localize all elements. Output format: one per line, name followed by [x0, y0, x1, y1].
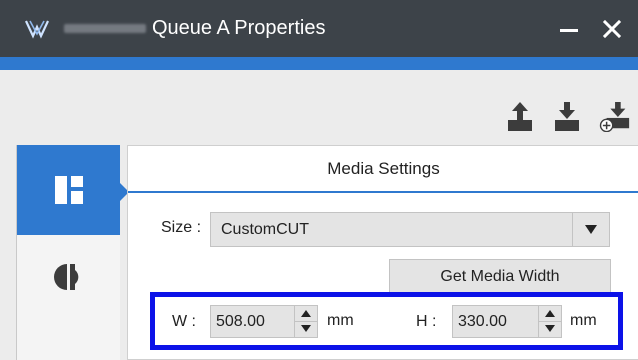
width-label: W : [172, 313, 196, 330]
height-stepper[interactable] [538, 306, 561, 337]
width-unit: mm [327, 312, 354, 329]
size-label: Size : [161, 219, 202, 236]
panel-title: Media Settings [128, 146, 638, 193]
printer-name-redacted [64, 24, 146, 33]
spin-up-icon[interactable] [539, 306, 561, 322]
window-title: Queue A Properties [152, 17, 326, 39]
height-unit: mm [570, 312, 597, 329]
close-icon[interactable] [595, 16, 629, 44]
import-add-icon[interactable] [598, 102, 634, 132]
chevron-down-icon[interactable] [572, 213, 609, 246]
height-label: H : [416, 313, 437, 330]
app-logo-icon [25, 20, 49, 39]
width-value: 508.00 [216, 313, 265, 330]
size-select[interactable]: CustomCUT [210, 212, 610, 247]
size-select-value: CustomCUT [221, 221, 310, 238]
tab-media-layout[interactable] [17, 145, 129, 235]
spin-down-icon[interactable] [295, 322, 317, 337]
height-input[interactable]: 330.00 [452, 305, 562, 338]
spin-down-icon[interactable] [539, 322, 561, 337]
spin-up-icon[interactable] [295, 306, 317, 322]
get-media-width-button[interactable]: Get Media Width [389, 259, 611, 294]
minimize-button[interactable] [550, 16, 584, 44]
title-bar: Queue A Properties [0, 0, 638, 57]
title-accent-bar [0, 57, 638, 70]
tab-sidebar [16, 145, 129, 360]
width-stepper[interactable] [294, 306, 317, 337]
import-icon[interactable] [553, 102, 581, 132]
color-half-icon [54, 264, 79, 290]
media-layout-icon [55, 176, 83, 204]
width-input[interactable]: 508.00 [210, 305, 318, 338]
tab-color[interactable] [17, 235, 120, 325]
height-value: 330.00 [458, 313, 507, 330]
export-icon[interactable] [506, 102, 534, 132]
